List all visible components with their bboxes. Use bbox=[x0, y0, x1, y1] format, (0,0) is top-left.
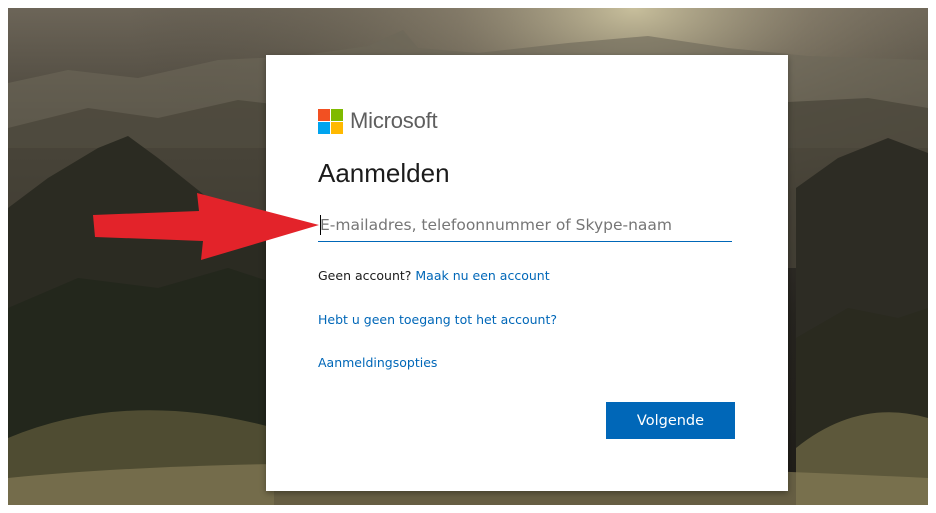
logo-square-yellow bbox=[331, 122, 343, 134]
email-input[interactable] bbox=[318, 211, 732, 242]
no-access-line: Hebt u geen toegang tot het account? bbox=[318, 312, 557, 327]
no-account-line: Geen account? Maak nu een account bbox=[318, 268, 550, 283]
logo-square-red bbox=[318, 109, 330, 121]
sign-in-dialog: Microsoft Aanmelden Geen account? Maak n… bbox=[266, 55, 788, 491]
text-cursor bbox=[320, 215, 321, 235]
page-title: Aanmelden bbox=[318, 158, 450, 188]
microsoft-logo-icon bbox=[318, 109, 343, 134]
no-account-text: Geen account? bbox=[318, 268, 412, 283]
next-button[interactable]: Volgende bbox=[606, 402, 735, 439]
logo-square-green bbox=[331, 109, 343, 121]
signin-options-line: Aanmeldingsopties bbox=[318, 355, 437, 370]
arrow-right-icon bbox=[93, 193, 319, 260]
no-access-link[interactable]: Hebt u geen toegang tot het account? bbox=[318, 312, 557, 327]
brand-name: Microsoft bbox=[350, 108, 438, 133]
create-account-link[interactable]: Maak nu een account bbox=[415, 268, 549, 283]
logo-square-blue bbox=[318, 122, 330, 134]
signin-options-link[interactable]: Aanmeldingsopties bbox=[318, 355, 437, 370]
